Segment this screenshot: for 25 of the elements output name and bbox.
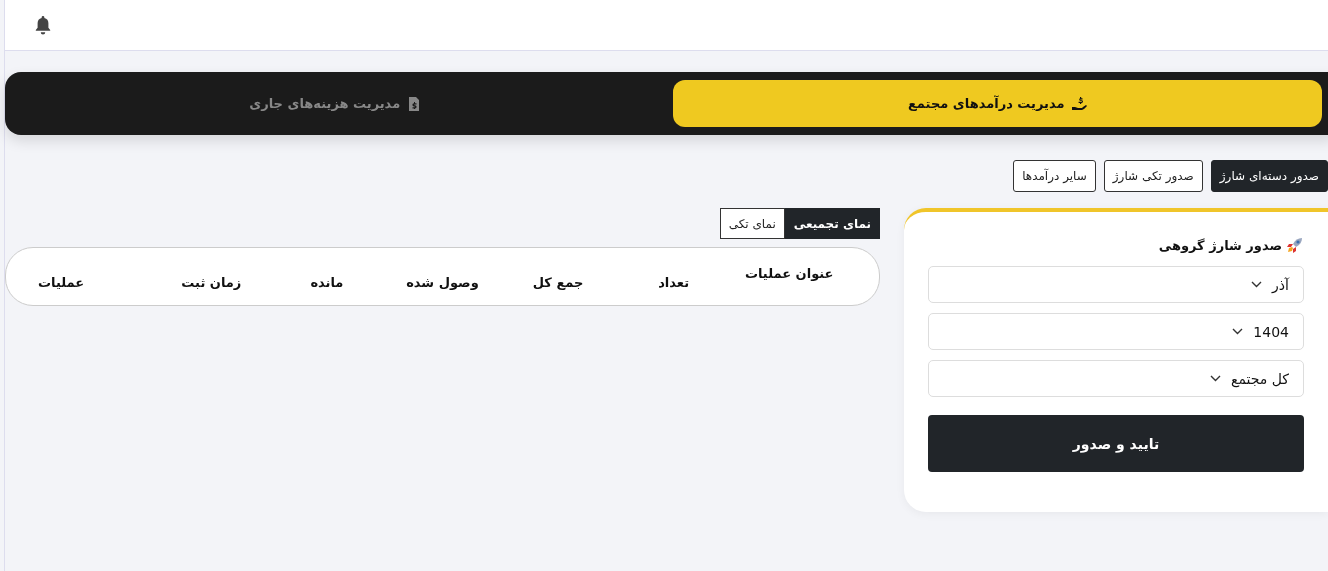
column-header: جمع کل (531, 274, 585, 290)
view-tab[interactable]: نمای تکی (719, 208, 785, 239)
sub-tab[interactable]: صدور تکی شارژ (1103, 160, 1203, 192)
main-tab[interactable]: مدیریت درآمدهای مجتمع (672, 80, 1322, 127)
view-tab[interactable]: نمای تجمیعی (784, 208, 880, 239)
column-header: تعداد (657, 274, 691, 290)
form-title: صدور شارژ گروهی (1158, 237, 1282, 253)
dropdown-field[interactable]: 1404 (928, 313, 1304, 350)
sub-tab[interactable]: صدور دسته‌ای شارژ (1210, 160, 1328, 192)
column-header: عنوان عملیات (743, 266, 835, 283)
chevron-down-icon (1251, 281, 1263, 288)
dropdown-field[interactable]: کل مجتمع (928, 360, 1304, 397)
hand-coin-icon (1070, 95, 1087, 112)
main-tab[interactable]: مدیریت هزینه‌های جاری (11, 80, 661, 127)
column-header: وصول شده (405, 274, 480, 290)
column-header: عملیات (37, 274, 86, 290)
chevron-down-icon (1209, 375, 1221, 382)
chevron-down-icon (1232, 328, 1244, 335)
rocket-icon (1286, 236, 1304, 254)
dropdown-field[interactable]: آذر (928, 266, 1304, 303)
column-header: زمان ثبت (180, 274, 243, 290)
submit-button[interactable]: تایید و صدور (928, 415, 1304, 472)
column-header: مانده (309, 274, 345, 290)
notification-bell-icon[interactable] (34, 15, 52, 35)
sub-tab[interactable]: سایر درآمدها (1013, 160, 1096, 192)
